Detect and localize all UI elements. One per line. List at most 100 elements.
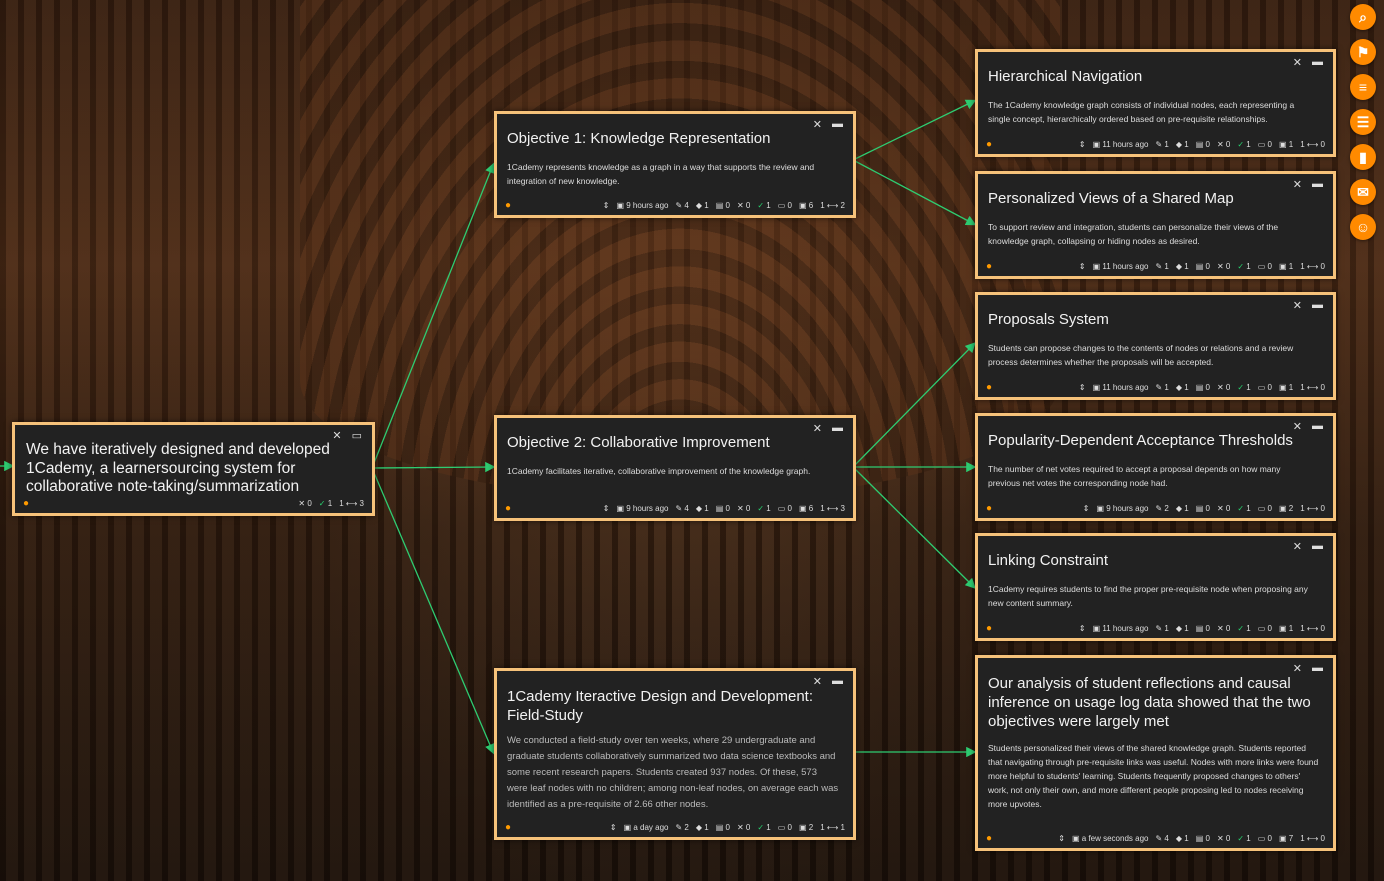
minimize-icon[interactable]: ▬ xyxy=(832,118,843,131)
proposals-count[interactable]: ▣ 6 xyxy=(799,201,813,210)
correct-votes[interactable]: ✓ 1 xyxy=(319,499,332,508)
bookmarks-count[interactable]: ▭ 0 xyxy=(1258,140,1272,149)
drag-icon[interactable]: ⇕ xyxy=(1079,383,1086,392)
edits-count[interactable]: ✎ 4 xyxy=(675,201,688,210)
node-objective-1[interactable]: ✕ ▬ Objective 1: Knowledge Representation… xyxy=(494,111,856,218)
tags-count[interactable]: ◆ 1 xyxy=(696,201,709,210)
correct-votes[interactable]: ✓ 1 xyxy=(1237,140,1250,149)
comments-count[interactable]: ▤ 0 xyxy=(1196,624,1210,633)
proposals-count[interactable]: ▣ 1 xyxy=(1279,262,1293,271)
links-count[interactable]: 1 ⟷ 3 xyxy=(820,504,845,513)
links-count[interactable]: 1 ⟷ 3 xyxy=(339,499,364,508)
proposals-count[interactable]: ▣ 2 xyxy=(799,823,813,832)
comments-count[interactable]: ▤ 0 xyxy=(716,504,730,513)
wrong-votes[interactable]: ✕ 0 xyxy=(1217,504,1230,513)
drag-icon[interactable]: ⇕ xyxy=(1058,834,1065,843)
bookmarks-count[interactable]: ▭ 0 xyxy=(1258,834,1272,843)
close-icon[interactable]: ✕ xyxy=(813,422,822,435)
bookmarks-count[interactable]: ▭ 0 xyxy=(1258,624,1272,633)
list-icon[interactable]: ☰ xyxy=(1350,109,1376,135)
proposals-count[interactable]: ▣ 7 xyxy=(1279,834,1293,843)
links-count[interactable]: 1 ⟷ 2 xyxy=(820,201,845,210)
wrong-votes[interactable]: ✕ 0 xyxy=(1217,140,1230,149)
proposals-count[interactable]: ▣ 1 xyxy=(1279,383,1293,392)
node-field-study[interactable]: ✕ ▬ 1Cademy Iteractive Design and Develop… xyxy=(494,668,856,840)
lightbulb-icon[interactable]: ● xyxy=(986,139,992,150)
drag-icon[interactable]: ⇕ xyxy=(1079,262,1086,271)
lightbulb-icon[interactable]: ● xyxy=(986,833,992,844)
correct-votes[interactable]: ✓ 1 xyxy=(757,823,770,832)
comments-count[interactable]: ▤ 0 xyxy=(716,823,730,832)
comments-count[interactable]: ▤ 0 xyxy=(716,201,730,210)
drag-icon[interactable]: ⇕ xyxy=(1079,140,1086,149)
node-analysis-results[interactable]: ✕ ▬ Our analysis of student reflections a… xyxy=(975,655,1336,851)
correct-votes[interactable]: ✓ 1 xyxy=(757,201,770,210)
tags-count[interactable]: ◆ 1 xyxy=(696,823,709,832)
edits-count[interactable]: ✎ 1 xyxy=(1155,383,1168,392)
minimize-icon[interactable]: ▬ xyxy=(1312,178,1323,191)
search-icon[interactable]: ⌕ xyxy=(1350,4,1376,30)
minimize-icon[interactable]: ▬ xyxy=(1312,662,1323,675)
links-count[interactable]: 1 ⟷ 0 xyxy=(1300,262,1325,271)
correct-votes[interactable]: ✓ 1 xyxy=(1237,834,1250,843)
lightbulb-icon[interactable]: ● xyxy=(505,822,511,833)
comments-count[interactable]: ▤ 0 xyxy=(1196,383,1210,392)
close-icon[interactable]: ✕ xyxy=(1293,540,1302,553)
close-icon[interactable]: ✕ xyxy=(1293,56,1302,69)
links-count[interactable]: 1 ⟷ 0 xyxy=(1300,834,1325,843)
lightbulb-icon[interactable]: ● xyxy=(505,200,511,211)
drag-icon[interactable]: ⇕ xyxy=(603,201,610,210)
tags-count[interactable]: ◆ 1 xyxy=(1176,262,1189,271)
minimize-icon[interactable]: ▬ xyxy=(832,422,843,435)
wrong-votes[interactable]: ✕ 0 xyxy=(737,504,750,513)
edits-count[interactable]: ✎ 1 xyxy=(1155,262,1168,271)
lightbulb-icon[interactable]: ● xyxy=(986,623,992,634)
correct-votes[interactable]: ✓ 1 xyxy=(1237,383,1250,392)
lightbulb-icon[interactable]: ● xyxy=(505,503,511,514)
correct-votes[interactable]: ✓ 1 xyxy=(1237,262,1250,271)
bookmarks-count[interactable]: ▭ 0 xyxy=(1258,383,1272,392)
bookmarks-count[interactable]: ▭ 0 xyxy=(778,504,792,513)
minimize-icon[interactable]: ▬ xyxy=(832,675,843,688)
close-icon[interactable]: ✕ xyxy=(1293,662,1302,675)
close-icon[interactable]: ✕ xyxy=(1293,420,1302,433)
node-hierarchical-navigation[interactable]: ✕ ▬ Hierarchical Navigation The 1Cademy k… xyxy=(975,49,1336,157)
proposals-count[interactable]: ▣ 1 xyxy=(1279,624,1293,633)
lightbulb-icon[interactable]: ● xyxy=(986,261,992,272)
drag-icon[interactable]: ⇕ xyxy=(610,823,617,832)
node-popularity-thresholds[interactable]: ✕ ▬ Popularity-Dependent Acceptance Thres… xyxy=(975,413,1336,521)
comments-count[interactable]: ▤ 0 xyxy=(1196,504,1210,513)
wrong-votes[interactable]: ✕ 0 xyxy=(1217,383,1230,392)
bookmarks-count[interactable]: ▭ 0 xyxy=(778,823,792,832)
drag-icon[interactable]: ⇕ xyxy=(603,504,610,513)
edits-count[interactable]: ✎ 2 xyxy=(1155,504,1168,513)
edits-count[interactable]: ✎ 1 xyxy=(1155,140,1168,149)
minimize-icon[interactable]: ▬ xyxy=(1312,56,1323,69)
tags-count[interactable]: ◆ 1 xyxy=(1176,624,1189,633)
proposals-count[interactable]: ▣ 6 xyxy=(799,504,813,513)
bookmark-icon[interactable]: ⚑ xyxy=(1350,39,1376,65)
correct-votes[interactable]: ✓ 1 xyxy=(757,504,770,513)
tags-count[interactable]: ◆ 1 xyxy=(1176,383,1189,392)
wrong-votes[interactable]: ✕ 0 xyxy=(737,201,750,210)
comments-count[interactable]: ▤ 0 xyxy=(1196,834,1210,843)
tags-count[interactable]: ◆ 1 xyxy=(1176,834,1189,843)
wrong-votes[interactable]: ✕ 0 xyxy=(737,823,750,832)
node-personalized-views[interactable]: ✕ ▬ Personalized Views of a Shared Map To… xyxy=(975,171,1336,279)
close-icon[interactable]: ✕ xyxy=(813,118,822,131)
wrong-votes[interactable]: ✕ 0 xyxy=(1217,262,1230,271)
correct-votes[interactable]: ✓ 1 xyxy=(1237,504,1250,513)
proposals-count[interactable]: ▣ 2 xyxy=(1279,504,1293,513)
close-icon[interactable]: ✕ xyxy=(332,429,341,442)
drag-icon[interactable]: ⇕ xyxy=(1083,504,1090,513)
lightbulb-icon[interactable]: ● xyxy=(23,498,29,509)
node-proposals-system[interactable]: ✕ ▬ Proposals System Students can propose… xyxy=(975,292,1336,400)
links-count[interactable]: 1 ⟷ 0 xyxy=(1300,383,1325,392)
edits-count[interactable]: ✎ 2 xyxy=(675,823,688,832)
chat-icon[interactable]: ✉ xyxy=(1350,179,1376,205)
edits-count[interactable]: ✎ 4 xyxy=(675,504,688,513)
minimize-icon[interactable]: ▬ xyxy=(1312,420,1323,433)
comments-count[interactable]: ▤ 0 xyxy=(1196,140,1210,149)
node-objective-2[interactable]: ✕ ▬ Objective 2: Collaborative Improvemen… xyxy=(494,415,856,521)
tags-count[interactable]: ◆ 1 xyxy=(1176,140,1189,149)
